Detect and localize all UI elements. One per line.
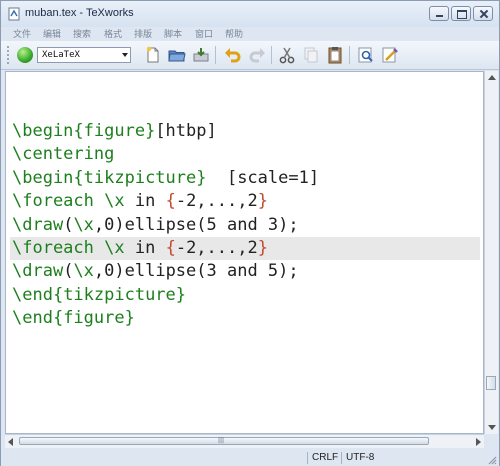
engine-select-value: XeLaTeX xyxy=(42,50,80,60)
code-token: \draw xyxy=(12,214,64,235)
line-ending-indicator[interactable]: CRLF xyxy=(307,452,342,464)
menu-typeset[interactable]: 排版 xyxy=(134,27,152,40)
code-token: {tikzpicture} xyxy=(73,167,207,188)
status-bar: CRLF UTF-8 xyxy=(1,450,499,466)
code-line[interactable]: \foreach \x in {-2,...,2} xyxy=(10,190,480,213)
current-code-line[interactable]: \foreach \x in {-2,...,2} xyxy=(10,236,480,261)
code-token: \x xyxy=(73,214,94,235)
texworks-window: muban.tex - TeXworks 文件 编辑 搜索 格式 排版 脚本 窗… xyxy=(0,0,500,466)
code-token: [htbp] xyxy=(155,121,217,141)
open-folder-icon[interactable] xyxy=(167,45,187,65)
code-token: } xyxy=(257,237,268,258)
chevron-down-icon xyxy=(122,53,128,57)
toolbar-separator xyxy=(215,46,216,64)
vertical-scrollbar[interactable] xyxy=(484,71,498,434)
scroll-down-arrow-icon[interactable] xyxy=(488,425,496,430)
code-editor[interactable]: \begin{figure}[htbp] \centering \begin{tik… xyxy=(5,71,484,434)
code-line[interactable]: \end{figure} xyxy=(10,307,480,330)
menu-window[interactable]: 窗口 xyxy=(195,27,213,40)
engine-select[interactable]: XeLaTeX xyxy=(37,47,131,63)
vertical-scroll-thumb[interactable] xyxy=(486,376,496,390)
menu-file[interactable]: 文件 xyxy=(13,27,31,40)
code-token: ( xyxy=(63,261,74,282)
cut-icon[interactable] xyxy=(277,45,297,65)
copy-icon[interactable] xyxy=(301,45,321,65)
resize-grip-icon[interactable] xyxy=(485,453,497,465)
code-token: \x xyxy=(73,261,94,282)
code-token: -2,...,2 xyxy=(175,191,258,212)
code-token: in xyxy=(124,237,166,258)
horizontal-scrollbar[interactable]: ||| xyxy=(5,434,484,448)
encoding-indicator[interactable]: UTF-8 xyxy=(341,452,378,464)
paste-icon[interactable] xyxy=(325,45,345,65)
menu-edit[interactable]: 编辑 xyxy=(43,27,61,40)
code-token: ,0)ellipse(3 and 5); xyxy=(93,261,299,282)
redo-icon[interactable] xyxy=(247,45,267,65)
typeset-icon[interactable] xyxy=(17,47,33,63)
scroll-right-arrow-icon[interactable] xyxy=(476,438,481,446)
code-token: \foreach xyxy=(12,237,94,258)
code-lines: \begin{figure}[htbp] \centering \begin{tik… xyxy=(10,120,480,331)
code-token: ( xyxy=(63,214,74,235)
window-controls xyxy=(429,6,493,21)
menu-search[interactable]: 搜索 xyxy=(73,27,91,40)
undo-icon[interactable] xyxy=(223,45,243,65)
code-token: \centering xyxy=(12,144,115,165)
title-bar: muban.tex - TeXworks xyxy=(1,1,499,27)
find-icon[interactable] xyxy=(356,45,376,65)
code-line[interactable]: \begin{tikzpicture} [scale=1] xyxy=(10,167,480,190)
code-token: \foreach xyxy=(12,191,94,212)
code-token: {figure} xyxy=(73,121,156,141)
minimize-button[interactable] xyxy=(429,6,449,21)
code-line[interactable]: \centering xyxy=(10,143,480,166)
code-token: } xyxy=(257,191,268,212)
code-token: {tikzpicture} xyxy=(52,284,187,305)
code-token: {figure} xyxy=(52,308,135,329)
texworks-app-icon xyxy=(8,7,20,21)
code-line[interactable]: \end{tikzpicture} xyxy=(10,284,480,307)
menu-help[interactable]: 帮助 xyxy=(225,27,243,40)
close-button[interactable] xyxy=(473,6,493,21)
save-icon[interactable] xyxy=(191,45,211,65)
code-token: \end xyxy=(12,308,53,329)
replace-icon[interactable] xyxy=(380,45,400,65)
code-line[interactable]: \begin{figure}[htbp] xyxy=(10,120,480,143)
new-document-icon[interactable] xyxy=(143,45,163,65)
code-line[interactable]: \draw(\x,0)ellipse(3 and 5); xyxy=(10,260,480,283)
menu-format[interactable]: 格式 xyxy=(104,27,122,40)
maximize-button[interactable] xyxy=(451,6,471,21)
code-token: [scale=1] xyxy=(206,167,320,188)
scroll-left-arrow-icon[interactable] xyxy=(8,438,13,446)
code-token: \begin xyxy=(12,167,74,188)
window-title: muban.tex - TeXworks xyxy=(25,7,134,19)
code-token: \draw xyxy=(12,261,64,282)
code-token: \x xyxy=(104,191,125,212)
code-line[interactable]: \draw(\x,0)ellipse(5 and 3); xyxy=(10,214,480,237)
code-token: in xyxy=(124,191,166,212)
code-token: \end xyxy=(12,284,53,305)
code-token: \x xyxy=(104,237,125,258)
code-token: { xyxy=(165,191,176,212)
menu-scripts[interactable]: 脚本 xyxy=(164,27,182,40)
code-token: \begin xyxy=(12,121,74,141)
code-token: { xyxy=(165,237,176,258)
toolbar-separator xyxy=(271,46,272,64)
toolbar: XeLaTeX xyxy=(1,41,499,70)
toolbar-grip[interactable] xyxy=(7,46,11,64)
menu-bar: 文件 编辑 搜索 格式 排版 脚本 窗口 帮助 xyxy=(1,27,499,40)
scroll-up-arrow-icon[interactable] xyxy=(488,75,496,80)
code-token: ,0)ellipse(5 and 3); xyxy=(93,214,299,235)
toolbar-separator xyxy=(349,46,350,64)
code-token: -2,...,2 xyxy=(175,237,258,258)
horizontal-scroll-thumb[interactable]: ||| xyxy=(19,437,429,445)
